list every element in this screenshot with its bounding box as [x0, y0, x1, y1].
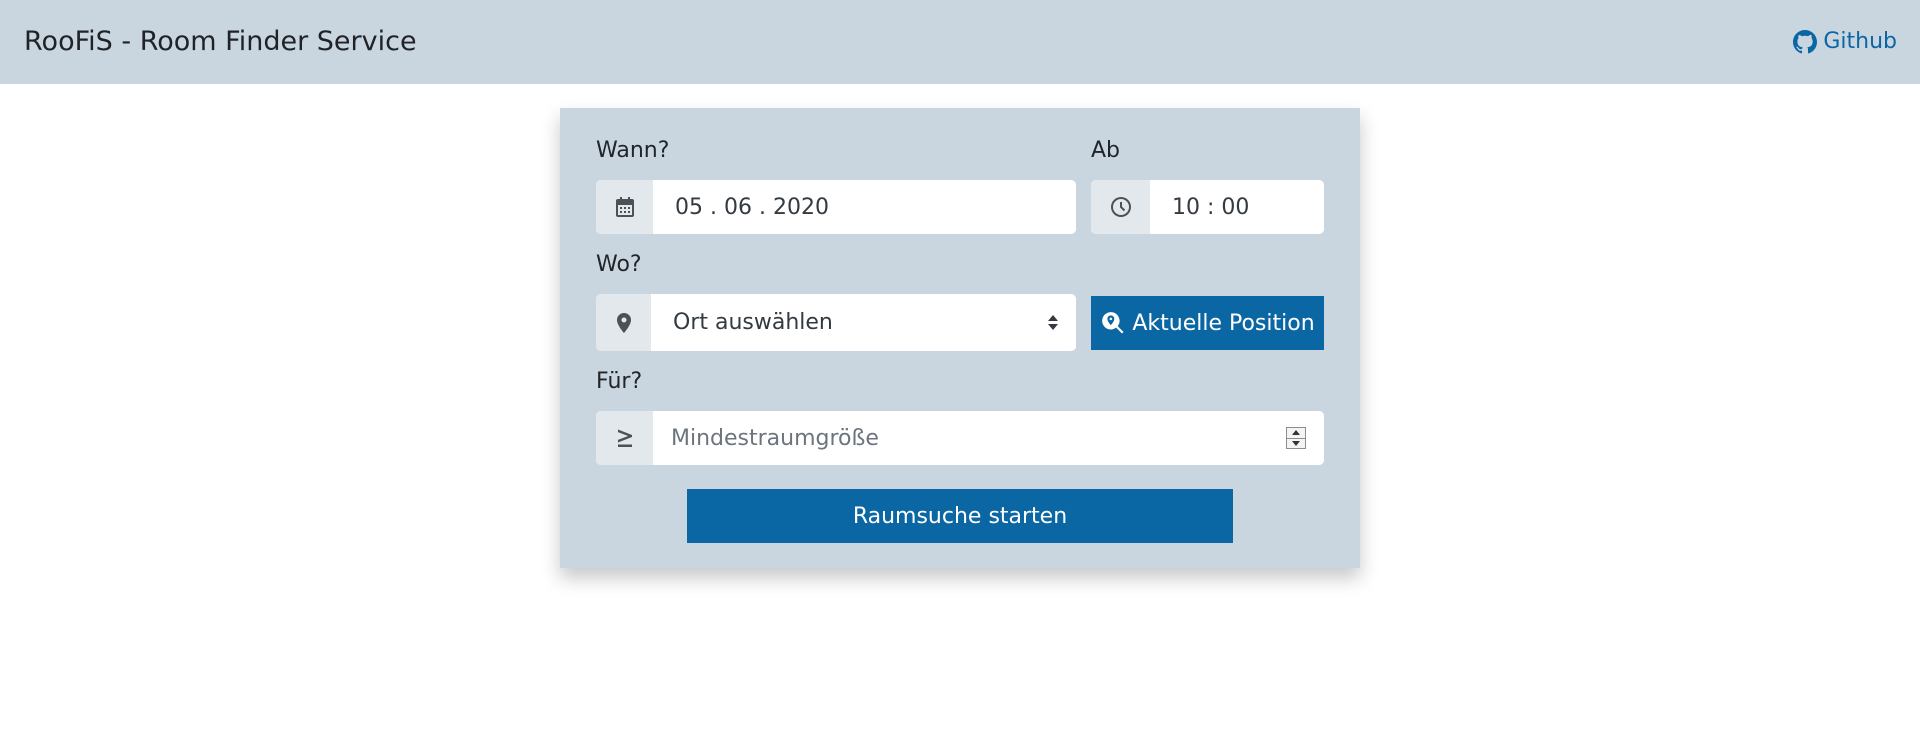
size-addon	[596, 411, 653, 465]
room-size-placeholder: Mindestraumgröße	[671, 425, 879, 451]
start-search-button[interactable]: Raumsuche starten	[687, 489, 1233, 543]
spinner-down-arrow-icon[interactable]	[1287, 437, 1305, 449]
where-label: Wo?	[596, 252, 642, 277]
search-location-icon	[1102, 312, 1124, 334]
spinner-up-arrow-icon[interactable]	[1287, 428, 1305, 438]
time-input[interactable]: 10 : 00	[1150, 180, 1324, 234]
number-spinner[interactable]	[1286, 427, 1306, 449]
github-link[interactable]: Github	[1793, 27, 1897, 57]
current-position-label: Aktuelle Position	[1132, 310, 1315, 336]
date-input-group: 05 . 06 . 2020	[596, 180, 1076, 234]
location-select-value: Ort auswählen	[673, 310, 833, 335]
app-title[interactable]: RooFiS - Room Finder Service	[24, 24, 417, 60]
for-label: Für?	[596, 369, 643, 394]
date-addon	[596, 180, 653, 234]
room-size-input[interactable]: Mindestraumgröße	[653, 411, 1324, 465]
location-select[interactable]: Ort auswählen	[651, 294, 1076, 351]
date-input[interactable]: 05 . 06 . 2020	[653, 180, 1076, 234]
search-form-card: Wann? 05 . 06 . 2020 Ab 10 : 00 Wo? Ort …	[560, 108, 1360, 568]
location-select-group: Ort auswählen	[596, 294, 1076, 351]
github-label: Github	[1823, 29, 1897, 54]
time-addon	[1091, 180, 1150, 234]
map-marker-icon	[616, 312, 631, 333]
greater-equal-icon	[617, 429, 632, 447]
when-label: Wann?	[596, 138, 670, 163]
calendar-icon	[615, 197, 634, 217]
from-label: Ab	[1091, 138, 1121, 163]
time-input-group: 10 : 00	[1091, 180, 1324, 234]
clock-icon	[1110, 197, 1131, 217]
location-addon	[596, 294, 651, 351]
size-input-group: Mindestraumgröße	[596, 411, 1324, 465]
current-position-button[interactable]: Aktuelle Position	[1091, 296, 1324, 350]
github-icon	[1793, 30, 1818, 54]
select-arrows-icon	[1048, 315, 1058, 330]
navbar: RooFiS - Room Finder Service Github	[0, 0, 1920, 84]
